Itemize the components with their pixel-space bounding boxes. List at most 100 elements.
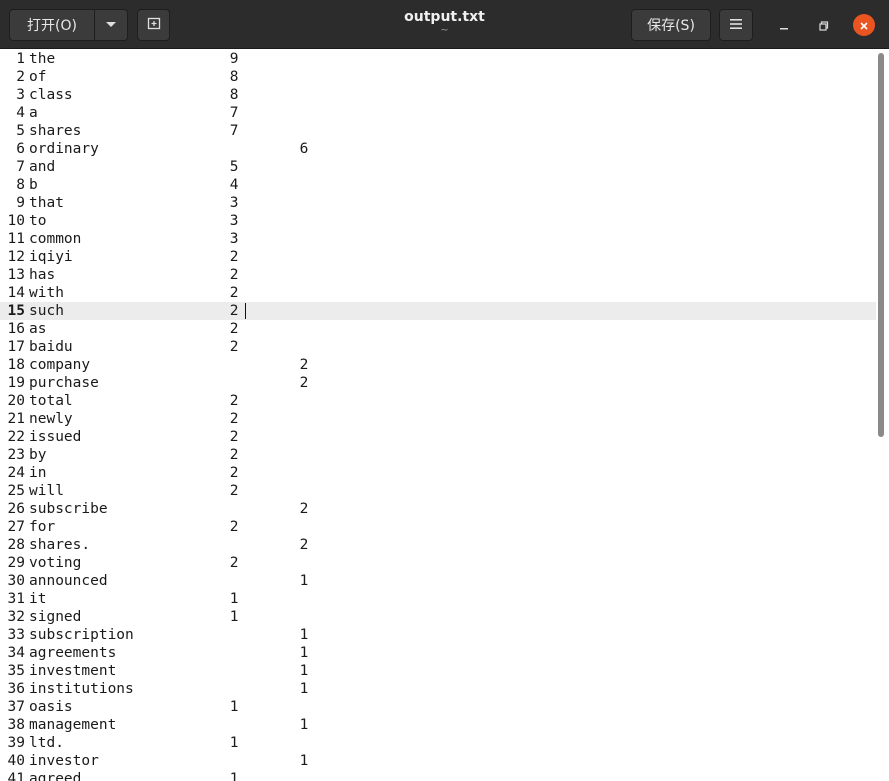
line-text: oasis 1	[29, 699, 239, 715]
line-number: 36	[7, 681, 25, 697]
scrollbar-thumb[interactable]	[878, 53, 884, 437]
line-text: investment 1	[29, 663, 309, 679]
line-text: newly 2	[29, 411, 239, 427]
line-number: 9	[16, 195, 25, 211]
text-line[interactable]: 22 issued 2	[0, 428, 876, 446]
open-dropdown-button[interactable]	[94, 9, 128, 41]
line-number: 37	[7, 699, 25, 715]
line-number: 3	[16, 87, 25, 103]
line-text: for 2	[29, 519, 239, 535]
line-number: 8	[16, 177, 25, 193]
text-line[interactable]: 41 agreed 1	[0, 770, 876, 781]
text-line[interactable]: 25 will 2	[0, 482, 876, 500]
line-number: 26	[7, 501, 25, 517]
line-text: issued 2	[29, 429, 239, 445]
text-line[interactable]: 31 it 1	[0, 590, 876, 608]
text-line[interactable]: 26 subscribe 2	[0, 500, 876, 518]
line-text: purchase 2	[29, 375, 309, 391]
line-number: 15	[7, 303, 25, 319]
text-line[interactable]: 4a 7	[0, 104, 876, 122]
text-line[interactable]: 7 and 5	[0, 158, 876, 176]
text-line[interactable]: 19 purchase 2	[0, 374, 876, 392]
text-line[interactable]: 13 has 2	[0, 266, 876, 284]
maximize-button[interactable]	[813, 14, 835, 36]
menu-button[interactable]	[719, 9, 753, 41]
text-line[interactable]: 34 agreements 1	[0, 644, 876, 662]
line-text: total 2	[29, 393, 239, 409]
line-text: subscribe 2	[29, 501, 309, 517]
text-line[interactable]: 20 total 2	[0, 392, 876, 410]
line-number: 20	[7, 393, 25, 409]
line-text: that 3	[29, 195, 239, 211]
line-number: 35	[7, 663, 25, 679]
line-text: signed 1	[29, 609, 239, 625]
line-number: 29	[7, 555, 25, 571]
maximize-icon	[819, 16, 829, 35]
line-text: ltd. 1	[29, 735, 239, 751]
new-tab-icon	[147, 16, 161, 34]
line-number: 11	[7, 231, 25, 247]
text-line[interactable]: 5 shares 7	[0, 122, 876, 140]
minimize-button[interactable]	[773, 14, 795, 36]
text-line[interactable]: 1 the 9	[0, 50, 876, 68]
text-line[interactable]: 16 as 2	[0, 320, 876, 338]
line-number: 4	[16, 105, 25, 121]
new-tab-button[interactable]	[137, 9, 170, 41]
line-text: as 2	[29, 321, 239, 337]
text-editor-window: 打开(O) output.txt ~ 保存(S) 1 the 9 2 of 8 …	[0, 0, 889, 781]
text-line[interactable]: 40 investor 1	[0, 752, 876, 770]
text-line[interactable]: 36 institutions 1	[0, 680, 876, 698]
line-text: b 4	[29, 177, 239, 193]
line-number: 33	[7, 627, 25, 643]
line-text: baidu 2	[29, 339, 239, 355]
save-button[interactable]: 保存(S)	[631, 9, 711, 41]
text-line[interactable]: 35 investment 1	[0, 662, 876, 680]
text-line[interactable]: 29 voting 2	[0, 554, 876, 572]
text-line[interactable]: 3 class 8	[0, 86, 876, 104]
text-line[interactable]: 27 for 2	[0, 518, 876, 536]
text-line[interactable]: 21 newly 2	[0, 410, 876, 428]
line-text: will 2	[29, 483, 239, 499]
text-line[interactable]: 33 subscription 1	[0, 626, 876, 644]
hamburger-menu-icon	[730, 17, 742, 33]
line-number: 16	[7, 321, 25, 337]
line-number: 31	[7, 591, 25, 607]
text-line[interactable]: 6 ordinary 6	[0, 140, 876, 158]
text-line[interactable]: 18 company 2	[0, 356, 876, 374]
line-text: in 2	[29, 465, 239, 481]
window-subtitle: ~	[440, 25, 449, 36]
line-text: company 2	[29, 357, 309, 373]
text-editor-area[interactable]: 1 the 9 2 of 8 3 class 84a 7 5 shares 7 6 ordinar…	[0, 49, 876, 781]
line-text: common 3	[29, 231, 239, 247]
text-line[interactable]: 8b 4	[0, 176, 876, 194]
line-text: a 7	[29, 105, 239, 121]
text-line[interactable]: 37 oasis 1	[0, 698, 876, 716]
line-number: 18	[7, 357, 25, 373]
text-line[interactable]: 39 ltd. 1	[0, 734, 876, 752]
text-line[interactable]: 2 of 8	[0, 68, 876, 86]
text-line[interactable]: 30 announced 1	[0, 572, 876, 590]
close-button[interactable]	[853, 14, 875, 36]
text-line[interactable]: 12 iqiyi 2	[0, 248, 876, 266]
text-line[interactable]: 23 by 2	[0, 446, 876, 464]
text-line[interactable]: 17 baidu 2	[0, 338, 876, 356]
line-number: 24	[7, 465, 25, 481]
text-line[interactable]: 38 management 1	[0, 716, 876, 734]
line-number: 28	[7, 537, 25, 553]
line-number: 10	[7, 213, 25, 229]
vertical-scrollbar[interactable]	[876, 49, 889, 781]
line-text: by 2	[29, 447, 239, 463]
current-line[interactable]: 15 such 2	[0, 302, 876, 320]
text-line[interactable]: 9 that 3	[0, 194, 876, 212]
text-line[interactable]: 14 with 2	[0, 284, 876, 302]
text-line[interactable]: 32 signed 1	[0, 608, 876, 626]
text-line[interactable]: 11 common 3	[0, 230, 876, 248]
text-line[interactable]: 10 to 3	[0, 212, 876, 230]
line-number: 27	[7, 519, 25, 535]
text-line[interactable]: 28 shares. 2	[0, 536, 876, 554]
line-number: 23	[7, 447, 25, 463]
open-button[interactable]: 打开(O)	[9, 9, 95, 41]
text-line[interactable]: 24 in 2	[0, 464, 876, 482]
line-number: 2	[16, 69, 25, 85]
line-number: 7	[16, 159, 25, 175]
